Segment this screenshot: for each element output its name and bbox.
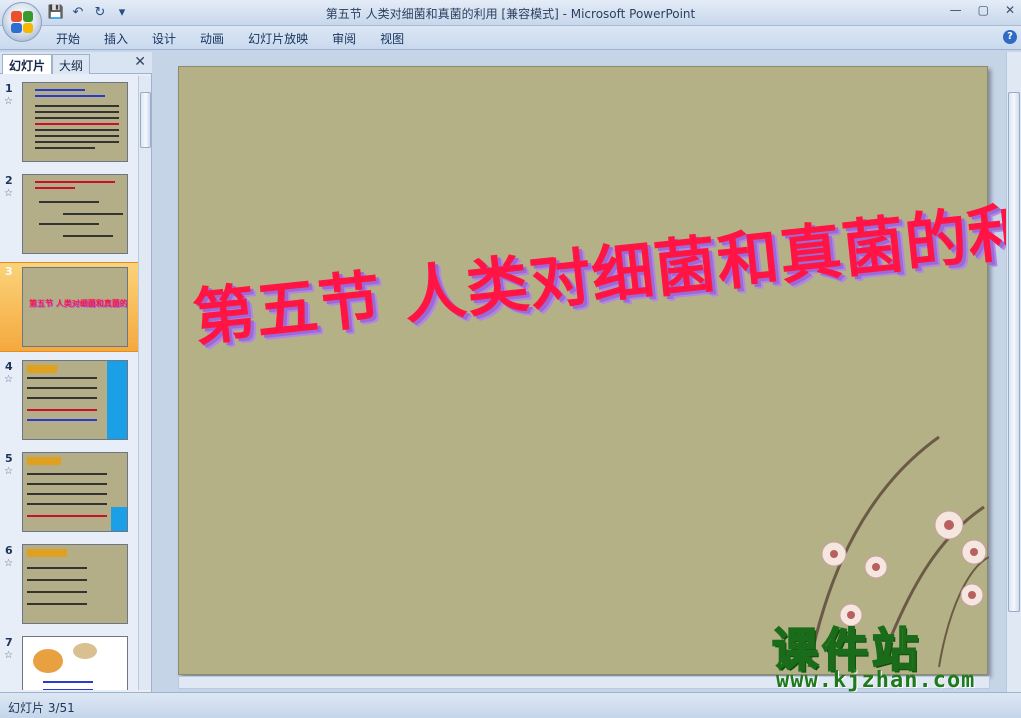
animation-star-icon: ☆ [4,466,13,477]
tab-insert[interactable]: 插入 [92,30,140,47]
status-bar: 幻灯片 3/51 [0,692,1021,718]
maximize-button[interactable]: ▢ [978,3,989,17]
close-pane-icon[interactable]: ✕ [134,54,146,70]
slide-thumbnail-2[interactable]: 2 ☆ [0,172,138,262]
thumb-preview [22,452,128,532]
animation-star-icon: ☆ [4,650,13,661]
slide-thumbnail-3[interactable]: 3 第五节 人类对细菌和真菌的利用 [0,262,138,352]
scrollbar-thumb[interactable] [1008,92,1020,612]
close-button[interactable]: ✕ [1005,3,1015,17]
thumb-preview [22,82,128,162]
slide-thumbnail-5[interactable]: 5 ☆ [0,450,138,540]
slide-counter: 幻灯片 3/51 [8,701,75,715]
animation-star-icon: ☆ [4,558,13,569]
minimize-button[interactable]: — [950,3,962,17]
tab-slides[interactable]: 幻灯片 [2,54,53,74]
tab-slideshow[interactable]: 幻灯片放映 [236,30,320,47]
slide-thumbnail-6[interactable]: 6 ☆ [0,542,138,632]
title-bar: 💾 ↶ ↻ ▾ 第五节 人类对细菌和真菌的利用 [兼容模式] - Microso… [0,0,1021,26]
title-separator: - [558,7,571,21]
tab-review[interactable]: 审阅 [320,30,368,47]
thumbnail-scrollbar[interactable] [138,76,151,690]
thumb-number: 4 [5,360,13,373]
slide-thumbnail-1[interactable]: 1 ☆ [0,80,138,170]
animation-star-icon: ☆ [4,374,13,385]
slide-thumbnails: 1 ☆ 2 ☆ 3 第五节 人类对细菌和真菌的 4 ☆ 5 ☆ 6 ☆ 7 ☆ [0,76,138,690]
window-controls: — ▢ ✕ [950,3,1015,17]
thumb-number: 6 [5,544,13,557]
thumb-preview [22,174,128,254]
window-title: 第五节 人类对细菌和真菌的利用 [兼容模式] - Microsoft Power… [0,5,1021,22]
thumb-number: 7 [5,636,13,649]
thumb-number: 1 [5,82,13,95]
slide-thumbnail-7[interactable]: 7 ☆ [0,634,138,690]
ribbon-tabs: 开始 插入 设计 动画 幻灯片放映 审阅 视图 ? [0,26,1021,50]
slides-pane: 幻灯片 大纲 ✕ 1 ☆ 2 ☆ 3 第五节 人类对细菌和真菌的 4 ☆ 5 ☆… [0,52,152,692]
tab-view[interactable]: 视图 [368,30,416,47]
tab-design[interactable]: 设计 [140,30,188,47]
animation-star-icon: ☆ [4,96,13,107]
document-title: 第五节 人类对细菌和真菌的利用 [兼容模式] [325,7,559,21]
pane-tabs: 幻灯片 大纲 ✕ [0,52,152,74]
app-title: Microsoft PowerPoint [570,7,696,21]
office-logo-icon [11,11,33,33]
thumb-preview [22,360,128,440]
watermark-url: www.kjzhan.com [776,668,976,693]
thumb-number: 2 [5,174,13,187]
vertical-scrollbar[interactable] [1006,52,1021,692]
help-icon[interactable]: ? [1003,30,1017,44]
tab-home[interactable]: 开始 [44,30,92,47]
scrollbar-thumb[interactable] [140,92,151,148]
thumb-preview [22,544,128,624]
thumb-preview: 第五节 人类对细菌和真菌的利用 [22,267,128,347]
thumb-preview [22,636,128,690]
thumb-title: 第五节 人类对细菌和真菌的利用 [29,299,128,308]
thumb-number: 5 [5,452,13,465]
thumb-number: 3 [5,265,13,278]
slide-editor: 第五节 人类对细菌和真菌的利用 [153,52,1021,692]
animation-star-icon: ☆ [4,188,13,199]
current-slide[interactable]: 第五节 人类对细菌和真菌的利用 [178,66,1021,675]
tab-outline[interactable]: 大纲 [52,54,91,74]
slide-thumbnail-4[interactable]: 4 ☆ [0,358,138,448]
tab-animations[interactable]: 动画 [188,30,236,47]
office-button[interactable] [2,2,42,42]
